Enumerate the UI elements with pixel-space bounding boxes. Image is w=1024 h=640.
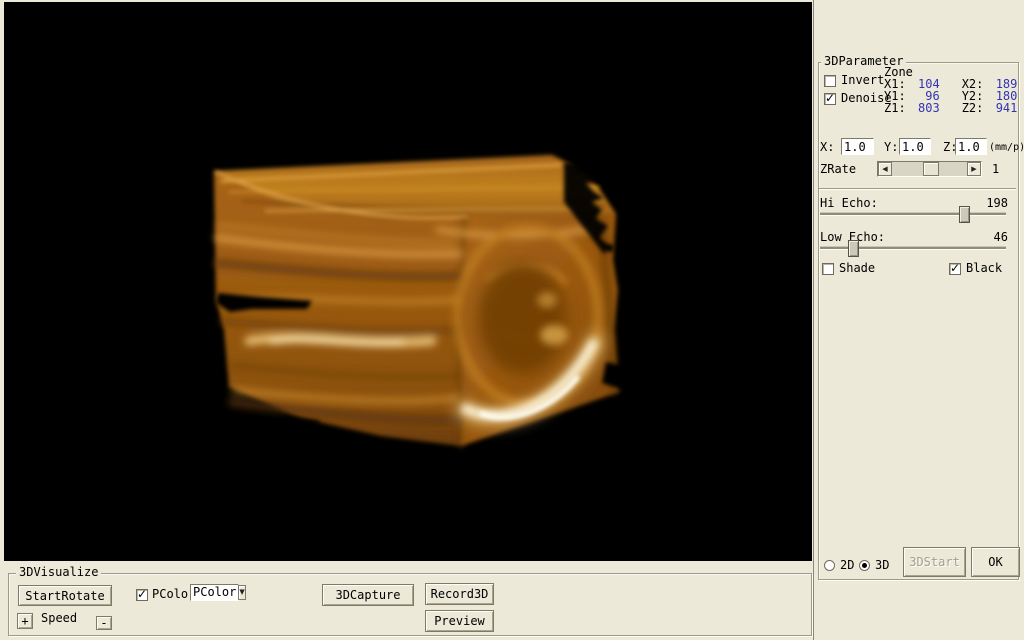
start-rotate-button[interactable]: StartRotate	[18, 585, 112, 606]
pcolor-label: PColor	[152, 588, 195, 601]
record-3d-button[interactable]: Record3D	[425, 583, 494, 605]
voxel-z-input[interactable]	[955, 138, 987, 155]
preview-button[interactable]: Preview	[425, 610, 494, 632]
speed-plus-button[interactable]: +	[17, 613, 33, 629]
volume-render-3d	[4, 2, 812, 561]
mode-2d-radio[interactable]	[824, 560, 835, 571]
hi-echo-slider-thumb[interactable]	[959, 206, 970, 223]
denoise-checkbox[interactable]: ✓	[824, 93, 836, 105]
check-icon: ✓	[950, 261, 960, 275]
low-echo-slider-track[interactable]	[820, 246, 1006, 250]
visualize-group-title: 3DVisualize	[16, 566, 101, 578]
voxel-x-label: X:	[820, 141, 834, 154]
speed-label: Speed	[41, 612, 77, 625]
zrate-label: ZRate	[820, 163, 856, 176]
mode-3d-radio[interactable]	[859, 560, 870, 571]
separator	[819, 188, 1016, 190]
scroll-left-icon: ◀	[882, 166, 887, 173]
chevron-down-icon: ▼	[239, 589, 244, 596]
dropdown-button[interactable]: ▼	[238, 585, 245, 600]
zrate-scrollbar[interactable]: ◀ ▶	[877, 161, 982, 177]
zrate-scroll-right-button[interactable]: ▶	[967, 162, 981, 176]
check-icon: ✓	[137, 587, 147, 601]
start-3d-button[interactable]: 3DStart	[903, 547, 966, 577]
ok-button[interactable]: OK	[971, 547, 1020, 577]
app-window: 3DParameter ✓ Invert ✓ Denoise Zone X1:1…	[0, 0, 1024, 640]
speed-minus-button[interactable]: -	[96, 616, 112, 630]
zrate-value: 1	[992, 163, 999, 176]
shade-label: Shade	[839, 262, 875, 275]
invert-label: Invert	[841, 74, 884, 87]
pcolor-dropdown-value: PColor	[191, 585, 238, 600]
zone-z1-label: Z1:	[884, 101, 906, 115]
shade-checkbox[interactable]: ✓	[822, 263, 834, 275]
black-label: Black	[966, 262, 1002, 275]
render-viewport[interactable]	[4, 2, 812, 561]
zrate-scroll-thumb[interactable]	[923, 162, 939, 176]
zone-z2-label: Z2:	[962, 101, 984, 115]
voxel-y-input[interactable]	[899, 138, 931, 155]
mode-3d-label: 3D	[875, 559, 889, 572]
voxel-unit-label: (mm/p)	[989, 141, 1024, 154]
mode-2d-label: 2D	[840, 559, 854, 572]
check-icon: ✓	[825, 91, 835, 105]
zrate-scroll-left-button[interactable]: ◀	[878, 162, 892, 176]
pcolor-dropdown[interactable]: PColor ▼	[190, 584, 239, 601]
zone-z1-value: 803	[906, 102, 940, 115]
invert-checkbox[interactable]: ✓	[824, 75, 836, 87]
voxel-y-label: Y:	[884, 141, 898, 154]
hi-echo-slider-track[interactable]	[820, 212, 1006, 216]
zone-row-z: Z1:803 Z2:941	[884, 102, 1017, 115]
zone-z2-value: 941	[983, 102, 1017, 115]
hi-echo-label: Hi Echo:	[820, 197, 878, 210]
low-echo-value: 46	[960, 231, 1008, 244]
voxel-x-input[interactable]	[841, 138, 874, 155]
low-echo-slider-thumb[interactable]	[848, 240, 859, 257]
black-checkbox[interactable]: ✓	[949, 263, 961, 275]
pcolor-checkbox[interactable]: ✓	[136, 589, 148, 601]
scroll-right-icon: ▶	[971, 166, 976, 173]
capture-3d-button[interactable]: 3DCapture	[322, 584, 414, 606]
